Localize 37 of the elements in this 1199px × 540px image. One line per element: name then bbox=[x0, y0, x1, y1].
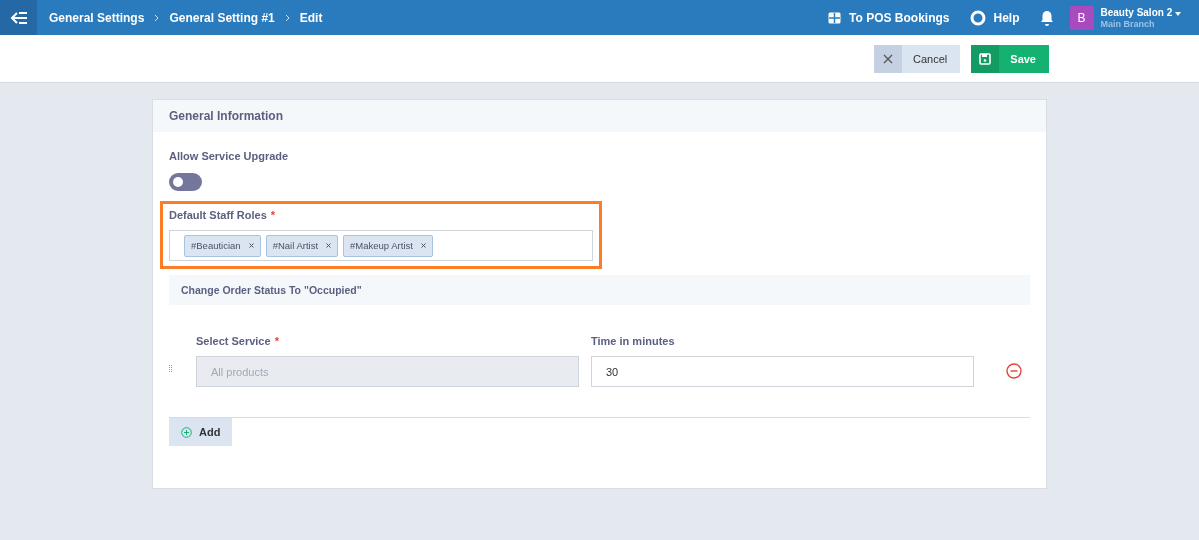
remove-icon[interactable] bbox=[326, 243, 332, 248]
field-label: Default Staff Roles * bbox=[169, 209, 277, 221]
field-label: Select Service * bbox=[196, 335, 280, 347]
bell-icon[interactable] bbox=[1039, 9, 1054, 26]
card-title: General Information bbox=[153, 100, 1046, 132]
remove-icon[interactable] bbox=[248, 243, 254, 248]
remove-row-icon[interactable] bbox=[1006, 363, 1022, 379]
chevron-icon bbox=[284, 13, 290, 22]
back-arrow-icon bbox=[9, 11, 28, 24]
save-button[interactable]: Save bbox=[971, 44, 1049, 73]
toggle-switch[interactable] bbox=[169, 173, 202, 191]
account-avatar[interactable]: B bbox=[1069, 5, 1094, 30]
plus-circle-icon bbox=[181, 426, 192, 438]
cancel-button[interactable]: Cancel bbox=[874, 44, 961, 73]
breadcrumb-link[interactable]: General Settings bbox=[49, 10, 145, 25]
caret-icon bbox=[1175, 11, 1181, 16]
drag-handle-icon[interactable] bbox=[169, 365, 172, 373]
breadcrumb-link[interactable]: Edit bbox=[299, 10, 323, 25]
close-icon bbox=[883, 53, 894, 64]
remove-icon[interactable] bbox=[420, 243, 426, 248]
back-menu-button[interactable] bbox=[0, 0, 37, 35]
role-tag[interactable]: #Nail Artist bbox=[265, 234, 339, 257]
breadcrumb-link[interactable]: General Setting #1 bbox=[169, 10, 275, 25]
role-tag[interactable]: #Beautician bbox=[184, 234, 261, 257]
section-header: Change Order Status To "Occupied" bbox=[169, 275, 1030, 305]
chevron-icon bbox=[154, 13, 160, 22]
help-link[interactable]: Help bbox=[969, 9, 1020, 26]
account-name[interactable]: Beauty Salon 2 bbox=[1100, 6, 1181, 19]
add-button[interactable]: Add bbox=[169, 418, 233, 446]
field-label: Time in minutes bbox=[591, 335, 676, 347]
pos-bookings-link[interactable]: To POS Bookings bbox=[828, 10, 950, 25]
tags-field[interactable]: #Beautician #Nail Artist #Makeup Artist bbox=[169, 230, 593, 261]
field-label: Allow Service Upgrade bbox=[169, 150, 290, 162]
role-tag[interactable]: #Makeup Artist bbox=[343, 234, 433, 257]
time-input[interactable]: 30 bbox=[591, 356, 974, 387]
branch-name: Main Branch bbox=[1100, 18, 1156, 29]
grid-icon bbox=[828, 11, 842, 24]
